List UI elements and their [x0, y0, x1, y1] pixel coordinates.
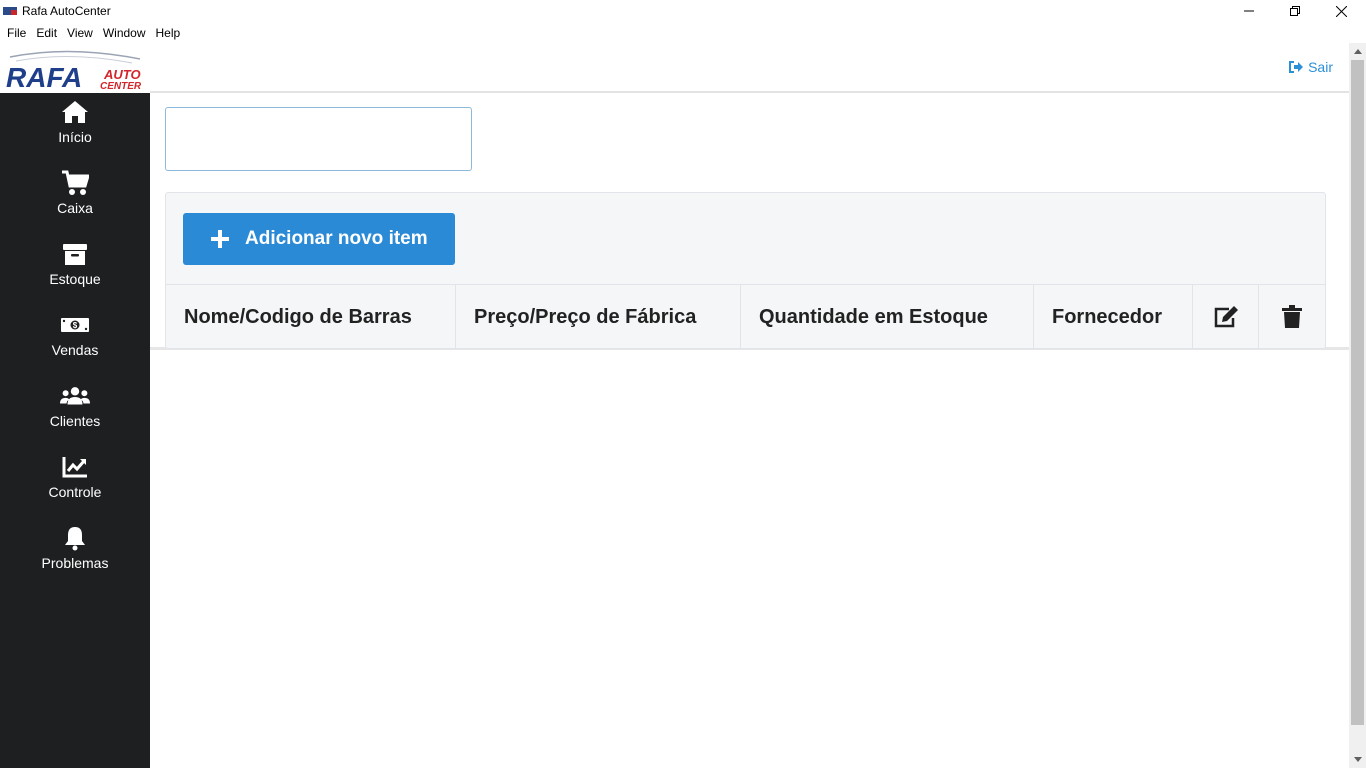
- sidebar-item-problemas[interactable]: Problemas: [0, 525, 150, 587]
- restore-button[interactable]: [1272, 0, 1318, 22]
- title-bar: Rafa AutoCenter: [0, 0, 1366, 22]
- menu-edit[interactable]: Edit: [31, 26, 62, 40]
- sidebar-item-label: Controle: [48, 484, 102, 500]
- sidebar-item-label: Problemas: [41, 555, 109, 571]
- main-content: Adicionar novo item Nome/Codigo de Barra…: [150, 95, 1349, 768]
- close-icon: [1335, 5, 1347, 17]
- vertical-scrollbar[interactable]: [1349, 43, 1366, 768]
- menu-bar: File Edit View Window Help: [0, 22, 1366, 43]
- menu-view[interactable]: View: [62, 26, 98, 40]
- window-title: Rafa AutoCenter: [22, 4, 111, 18]
- sign-out-icon: [1289, 61, 1304, 73]
- chevron-down-icon: [1353, 757, 1362, 762]
- search-input[interactable]: [165, 107, 472, 171]
- minimize-icon: [1244, 10, 1254, 12]
- sidebar-item-estoque[interactable]: Estoque: [0, 241, 150, 303]
- archive-box-icon: [60, 241, 90, 267]
- chevron-up-icon: [1353, 49, 1362, 54]
- logout-button[interactable]: Sair: [1289, 59, 1333, 75]
- inventory-card: Adicionar novo item Nome/Codigo de Barra…: [165, 192, 1326, 349]
- money-bill-icon: $: [60, 312, 90, 338]
- sidebar-item-caixa[interactable]: Caixa: [0, 170, 150, 232]
- edit-icon: [1214, 306, 1238, 328]
- add-item-button[interactable]: Adicionar novo item: [183, 213, 455, 265]
- sidebar-item-clientes[interactable]: Clientes: [0, 383, 150, 445]
- app-logo-icon: [2, 4, 18, 18]
- column-header-delete: [1259, 285, 1325, 349]
- sidebar-item-controle[interactable]: Controle: [0, 454, 150, 516]
- scroll-down-button[interactable]: [1349, 751, 1366, 768]
- sidebar-item-vendas[interactable]: $ Vendas: [0, 312, 150, 374]
- sidebar-item-label: Clientes: [49, 413, 101, 429]
- table-header: Nome/Codigo de Barras Preço/Preço de Fáb…: [166, 284, 1325, 349]
- chart-line-icon: [60, 454, 90, 480]
- menu-help[interactable]: Help: [151, 26, 186, 40]
- svg-text:CENTER: CENTER: [100, 81, 142, 92]
- brand-logo[interactable]: RAFA AUTO CENTER: [0, 43, 150, 93]
- sidebar-item-inicio[interactable]: Início: [0, 99, 150, 161]
- menu-file[interactable]: File: [2, 26, 31, 40]
- column-header-nome[interactable]: Nome/Codigo de Barras: [166, 285, 456, 349]
- home-icon: [60, 99, 90, 125]
- restore-icon: [1290, 6, 1300, 16]
- inventory-panel: Adicionar novo item Nome/Codigo de Barra…: [150, 95, 1349, 350]
- plus-icon: [211, 230, 229, 248]
- sidebar: RAFA AUTO CENTER Início Caixa Estoque $ …: [0, 43, 150, 768]
- column-header-preco[interactable]: Preço/Preço de Fábrica: [456, 285, 741, 349]
- sidebar-item-label: Estoque: [49, 271, 101, 287]
- sidebar-item-label: Início: [58, 129, 92, 145]
- header-bar: Sair: [150, 43, 1349, 93]
- bell-icon: [60, 525, 90, 551]
- scroll-up-button[interactable]: [1349, 43, 1366, 60]
- svg-text:RAFA: RAFA: [6, 62, 82, 93]
- shopping-cart-icon: [60, 170, 90, 196]
- close-button[interactable]: [1318, 0, 1364, 22]
- menu-window[interactable]: Window: [98, 26, 151, 40]
- minimize-button[interactable]: [1226, 0, 1272, 22]
- column-header-edit: [1193, 285, 1259, 349]
- column-header-fornecedor[interactable]: Fornecedor: [1034, 285, 1193, 349]
- logo-image: RAFA AUTO CENTER: [0, 43, 150, 93]
- users-icon: [60, 383, 90, 409]
- svg-text:AUTO: AUTO: [103, 67, 141, 82]
- logout-label: Sair: [1308, 59, 1333, 75]
- add-item-label: Adicionar novo item: [245, 228, 428, 249]
- scroll-thumb[interactable]: [1351, 60, 1364, 725]
- svg-text:$: $: [73, 321, 78, 330]
- column-header-quantidade[interactable]: Quantidade em Estoque: [741, 285, 1034, 349]
- trash-icon: [1282, 305, 1302, 328]
- sidebar-item-label: Vendas: [51, 342, 99, 358]
- sidebar-item-label: Caixa: [57, 200, 93, 216]
